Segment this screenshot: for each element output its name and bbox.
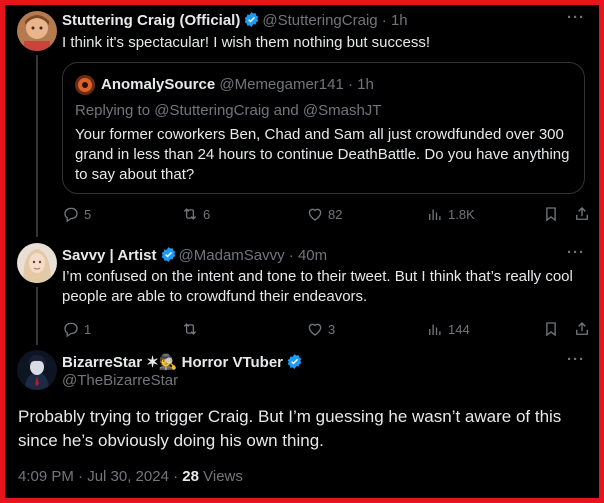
tweet-bizarrestar-main[interactable]: BizarreStar ✶🕵 Horror VTuber @TheBizarre… <box>5 5 599 498</box>
handle[interactable]: @TheBizarreStar <box>62 371 178 391</box>
tweet-thread-frame: Stuttering Craig (Official) @StutteringCr… <box>5 5 599 498</box>
post-timestamp[interactable]: 4:09 PM · Jul 30, 2024 · <box>18 468 182 485</box>
views-label: Views <box>203 468 243 485</box>
display-name[interactable]: BizarreStar ✶🕵 Horror VTuber <box>62 354 283 371</box>
tweet-meta: 4:09 PM · Jul 30, 2024 · 28 Views <box>18 467 243 487</box>
avatar[interactable] <box>17 350 57 390</box>
more-options-icon[interactable]: ··· <box>567 351 585 368</box>
tweet-header: BizarreStar ✶🕵 Horror VTuber <box>62 353 305 373</box>
tweet-text: Probably trying to trigger Craig. But I’… <box>18 407 562 450</box>
verified-badge-icon <box>287 354 302 369</box>
view-count: 28 <box>182 468 199 485</box>
